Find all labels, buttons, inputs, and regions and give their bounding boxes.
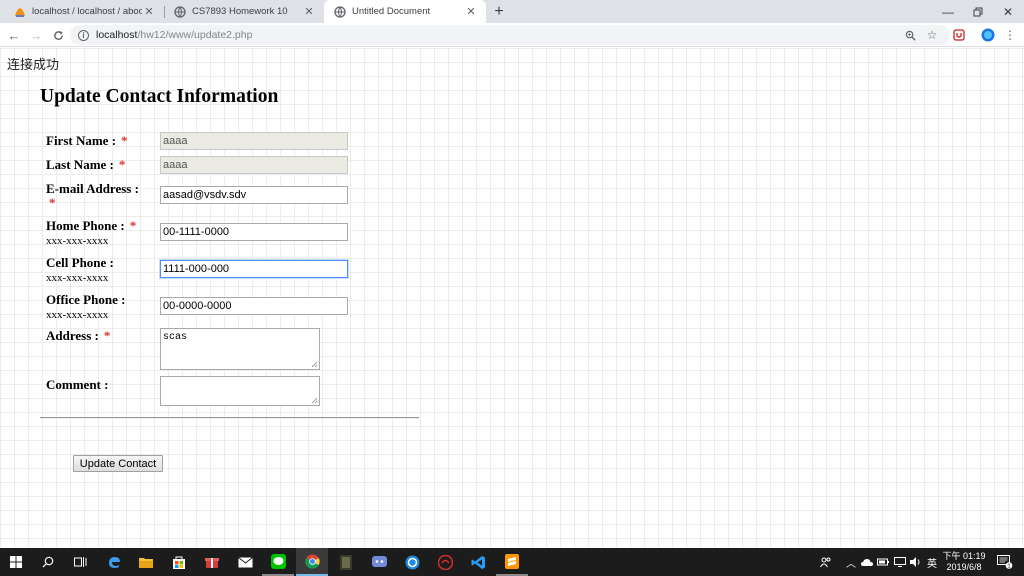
extension-icon[interactable]	[949, 25, 969, 45]
network-icon[interactable]	[893, 548, 907, 576]
update-contact-button[interactable]: Update Contact	[73, 455, 163, 472]
tab-untitled-document[interactable]: Untitled Document ✕	[324, 0, 486, 23]
minimize-button[interactable]: —	[932, 0, 964, 23]
email-label: E-mail Address :	[46, 181, 139, 196]
phone-format-hint: xxx-xxx-xxxx	[46, 309, 109, 321]
required-mark: *	[121, 133, 128, 148]
gift-app-icon[interactable]	[196, 548, 228, 576]
back-icon[interactable]: ←	[5, 25, 23, 45]
onedrive-cloud-icon[interactable]	[860, 548, 874, 576]
tab-title: localhost / localhost / abook /	[32, 6, 142, 17]
new-tab-button[interactable]: +	[490, 0, 508, 23]
tab-title: Untitled Document	[352, 6, 431, 17]
terminal-app-icon[interactable]	[330, 548, 362, 576]
form-divider	[40, 417, 419, 419]
address-label: Address : *	[46, 328, 111, 343]
required-mark: *	[49, 195, 56, 210]
volume-icon[interactable]	[909, 548, 923, 576]
comment-textarea[interactable]	[160, 376, 320, 406]
first-name-label: First Name : *	[46, 133, 128, 148]
close-tab-icon[interactable]: ✕	[464, 5, 478, 18]
phone-format-hint: xxx-xxx-xxxx	[46, 235, 109, 247]
site-info-icon[interactable]: i	[78, 29, 89, 41]
vscode-icon[interactable]	[462, 548, 494, 576]
line-app-icon[interactable]	[262, 548, 294, 576]
reload-icon[interactable]	[49, 25, 67, 45]
close-tab-icon[interactable]: ✕	[302, 5, 316, 18]
browser-toolbar: ← → i localhost/hw12/www/update2.php ☆ ⋮	[0, 23, 1024, 47]
discord-icon[interactable]	[363, 548, 395, 576]
browser-tab-strip: localhost / localhost / abook / ✕ CS7893…	[0, 0, 1024, 23]
restore-button[interactable]	[962, 0, 994, 23]
url-text: localhost/hw12/www/update2.php	[96, 29, 253, 41]
first-name-field[interactable]	[160, 132, 348, 150]
teamviewer-icon[interactable]	[396, 548, 428, 576]
page-title: Update Contact Information	[40, 86, 279, 107]
menu-kebab-icon[interactable]: ⋮	[1000, 25, 1020, 45]
last-name-field[interactable]	[160, 156, 348, 174]
profile-avatar[interactable]	[978, 25, 998, 45]
phone-format-hint: xxx-xxx-xxxx	[46, 272, 109, 284]
home-phone-field[interactable]	[160, 223, 348, 241]
system-clock[interactable]: 下午 01:19 2019/6/8	[938, 551, 990, 573]
windows-taskbar: ︿ 英 下午 01:19 2019/6/8 1	[0, 548, 1024, 576]
close-window-button[interactable]: ✕	[992, 0, 1024, 23]
phpmyadmin-icon	[14, 6, 26, 18]
battery-icon	[876, 548, 890, 576]
tab-title: CS7893 Homework 10	[192, 6, 288, 17]
bookmark-star-icon[interactable]: ☆	[922, 25, 942, 45]
address-bar[interactable]: i localhost/hw12/www/update2.php	[70, 25, 950, 45]
edge-browser-icon[interactable]	[98, 548, 130, 576]
required-mark: *	[118, 157, 126, 172]
cell-phone-label: Cell Phone :	[46, 255, 114, 270]
globe-icon	[334, 5, 346, 18]
last-name-label: Last Name : *	[46, 157, 126, 172]
required-mark: *	[103, 328, 111, 343]
address-textarea[interactable]: scas	[160, 328, 320, 370]
required-mark: *	[129, 218, 137, 233]
notification-center-icon[interactable]: 1	[994, 548, 1016, 576]
people-icon[interactable]	[816, 548, 836, 576]
notification-count: 1	[1007, 564, 1010, 570]
page-viewport: 连接成功 Update Contact Information First Na…	[0, 48, 1024, 548]
email-field[interactable]	[160, 186, 348, 204]
mail-icon[interactable]	[229, 548, 261, 576]
office-phone-field[interactable]	[160, 297, 348, 315]
chrome-icon[interactable]	[296, 548, 328, 576]
resize-grip-icon[interactable]	[311, 397, 318, 404]
globe-icon	[174, 5, 186, 18]
resize-grip-icon[interactable]	[311, 361, 318, 368]
chevron-up-icon[interactable]: ︿	[844, 548, 858, 576]
home-phone-label: Home Phone : *	[46, 218, 137, 233]
tab-phpmyadmin[interactable]: localhost / localhost / abook / ✕	[4, 0, 164, 23]
tab-homework[interactable]: CS7893 Homework 10 ✕	[164, 0, 324, 23]
office-phone-label: Office Phone :	[46, 292, 126, 307]
close-tab-icon[interactable]: ✕	[142, 5, 156, 18]
file-explorer-icon[interactable]	[130, 548, 162, 576]
comment-label: Comment :	[46, 377, 109, 392]
connection-status: 连接成功	[7, 57, 60, 72]
cell-phone-field[interactable]	[160, 260, 348, 278]
store-icon[interactable]	[163, 548, 195, 576]
search-icon[interactable]	[32, 548, 64, 576]
sublime-text-icon[interactable]	[496, 548, 528, 576]
game-app-icon[interactable]	[429, 548, 461, 576]
windows-start-icon[interactable]	[0, 548, 32, 576]
forward-icon[interactable]: →	[27, 25, 45, 45]
task-view-icon[interactable]	[64, 548, 96, 576]
ime-indicator[interactable]: 英	[925, 548, 939, 576]
zoom-icon[interactable]	[900, 25, 920, 45]
clock-time: 下午 01:19	[942, 551, 986, 561]
clock-date: 2019/6/8	[946, 562, 982, 572]
